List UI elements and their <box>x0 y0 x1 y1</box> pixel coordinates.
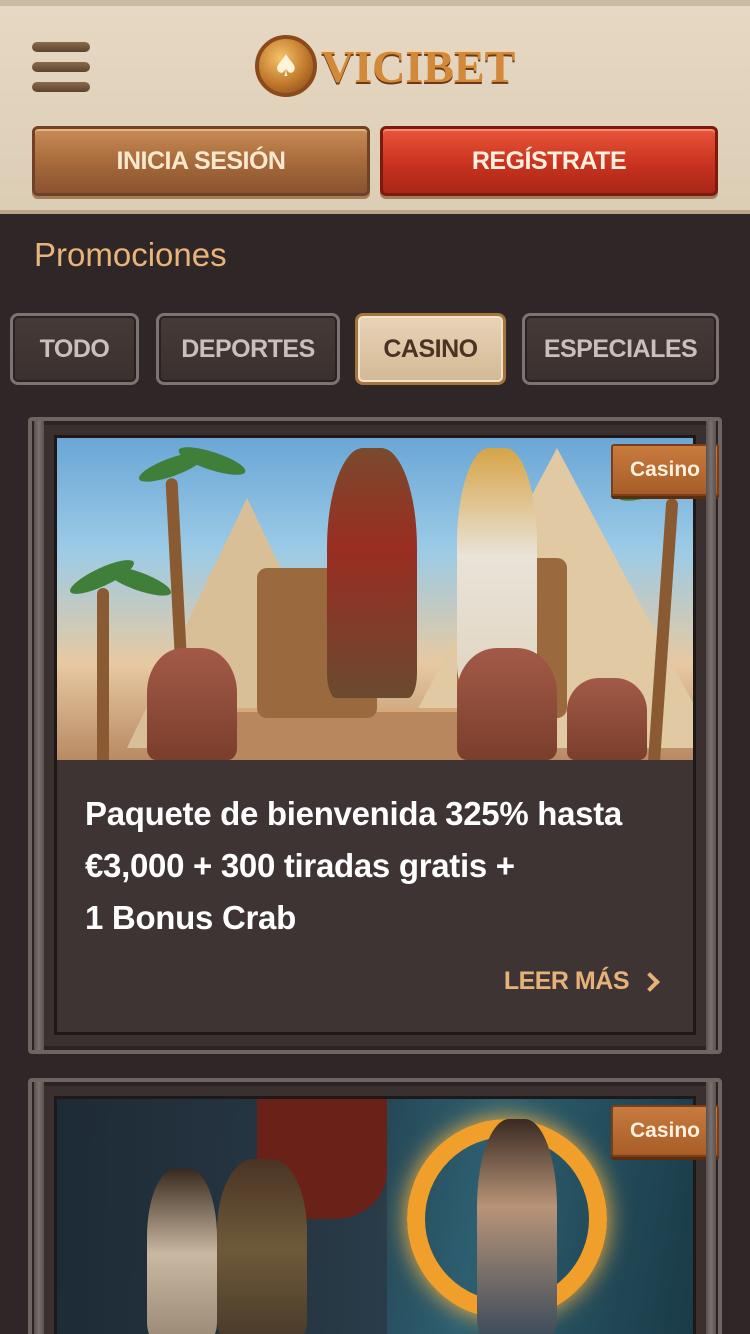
menu-bar <box>32 82 90 92</box>
spade-coin-icon: ♠ <box>255 35 317 97</box>
menu-bar <box>32 62 90 72</box>
promo-card-content[interactable]: Casino <box>54 1096 719 1334</box>
promo-card: Casino Paquete de bienvenida 325% hasta … <box>28 417 722 1054</box>
promo-title-line: Paquete de bienvenida 325% hasta <box>85 795 622 832</box>
promo-card: Casino <box>28 1078 722 1334</box>
register-button[interactable]: REGÍSTRATE <box>380 126 718 196</box>
logo-text: VICIBET <box>321 40 516 92</box>
login-button[interactable]: INICIA SESIÓN <box>32 126 370 196</box>
promo-image <box>57 438 693 760</box>
read-more-link[interactable]: LEER MÁS <box>503 967 660 996</box>
site-header: ♠ VICIBET INICIA SESIÓN REGÍSTRATE <box>0 0 750 214</box>
promo-title-line: €3,000 + 300 tiradas gratis + <box>85 847 515 884</box>
page-title: Promociones <box>34 236 227 273</box>
read-more-label: LEER MÁS <box>503 967 630 995</box>
category-badge: Casino <box>611 444 719 496</box>
promo-title: Paquete de bienvenida 325% hasta €3,000 … <box>57 760 693 944</box>
tab-casino[interactable]: CASINO <box>355 313 506 385</box>
menu-bar <box>32 42 90 52</box>
promo-card-content[interactable]: Casino Paquete de bienvenida 325% hasta … <box>54 435 719 1035</box>
tab-todo[interactable]: TODO <box>10 313 139 385</box>
chevron-right-icon <box>640 971 660 992</box>
promo-title-line: 1 Bonus Crab <box>85 899 296 936</box>
promo-image <box>57 1099 693 1334</box>
vicibet-logo[interactable]: ♠ VICIBET <box>255 34 515 98</box>
category-badge: Casino <box>611 1105 719 1157</box>
hamburger-menu-icon[interactable] <box>32 42 90 92</box>
tab-deportes[interactable]: DEPORTES <box>156 313 340 385</box>
tab-especiales[interactable]: ESPECIALES <box>522 313 719 385</box>
